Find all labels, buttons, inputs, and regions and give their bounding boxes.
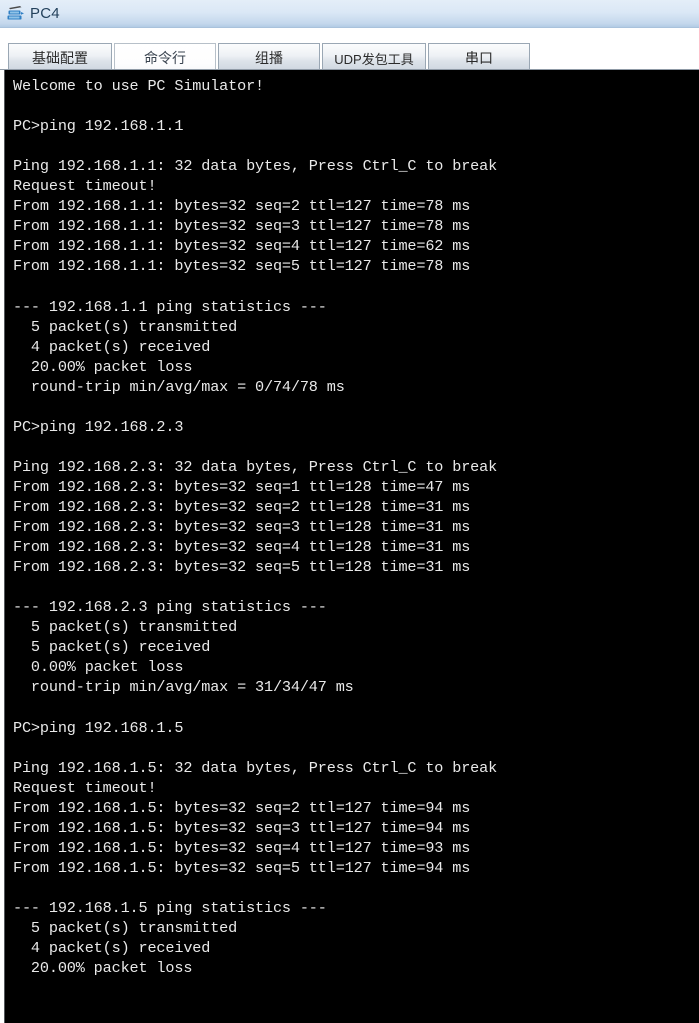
title-bar: PC4 [0, 0, 699, 28]
tab-serial-port[interactable]: 串口 [428, 43, 530, 72]
pc-device-icon [6, 4, 26, 24]
window-title: PC4 [30, 4, 60, 22]
terminal-frame: Welcome to use PC Simulator! PC>ping 192… [0, 69, 699, 1023]
tab-basic-config[interactable]: 基础配置 [8, 43, 112, 72]
tab-strip: 基础配置 命令行 组播 UDP发包工具 串口 [0, 28, 699, 72]
tab-udp-packet-tool[interactable]: UDP发包工具 [322, 43, 426, 72]
terminal-output[interactable]: Welcome to use PC Simulator! PC>ping 192… [4, 70, 699, 1023]
tab-multicast[interactable]: 组播 [218, 43, 320, 72]
tab-command-line[interactable]: 命令行 [114, 43, 216, 72]
pc-simulator-window: PC4 基础配置 命令行 组播 UDP发包工具 串口 Welcome to us… [0, 0, 699, 1023]
